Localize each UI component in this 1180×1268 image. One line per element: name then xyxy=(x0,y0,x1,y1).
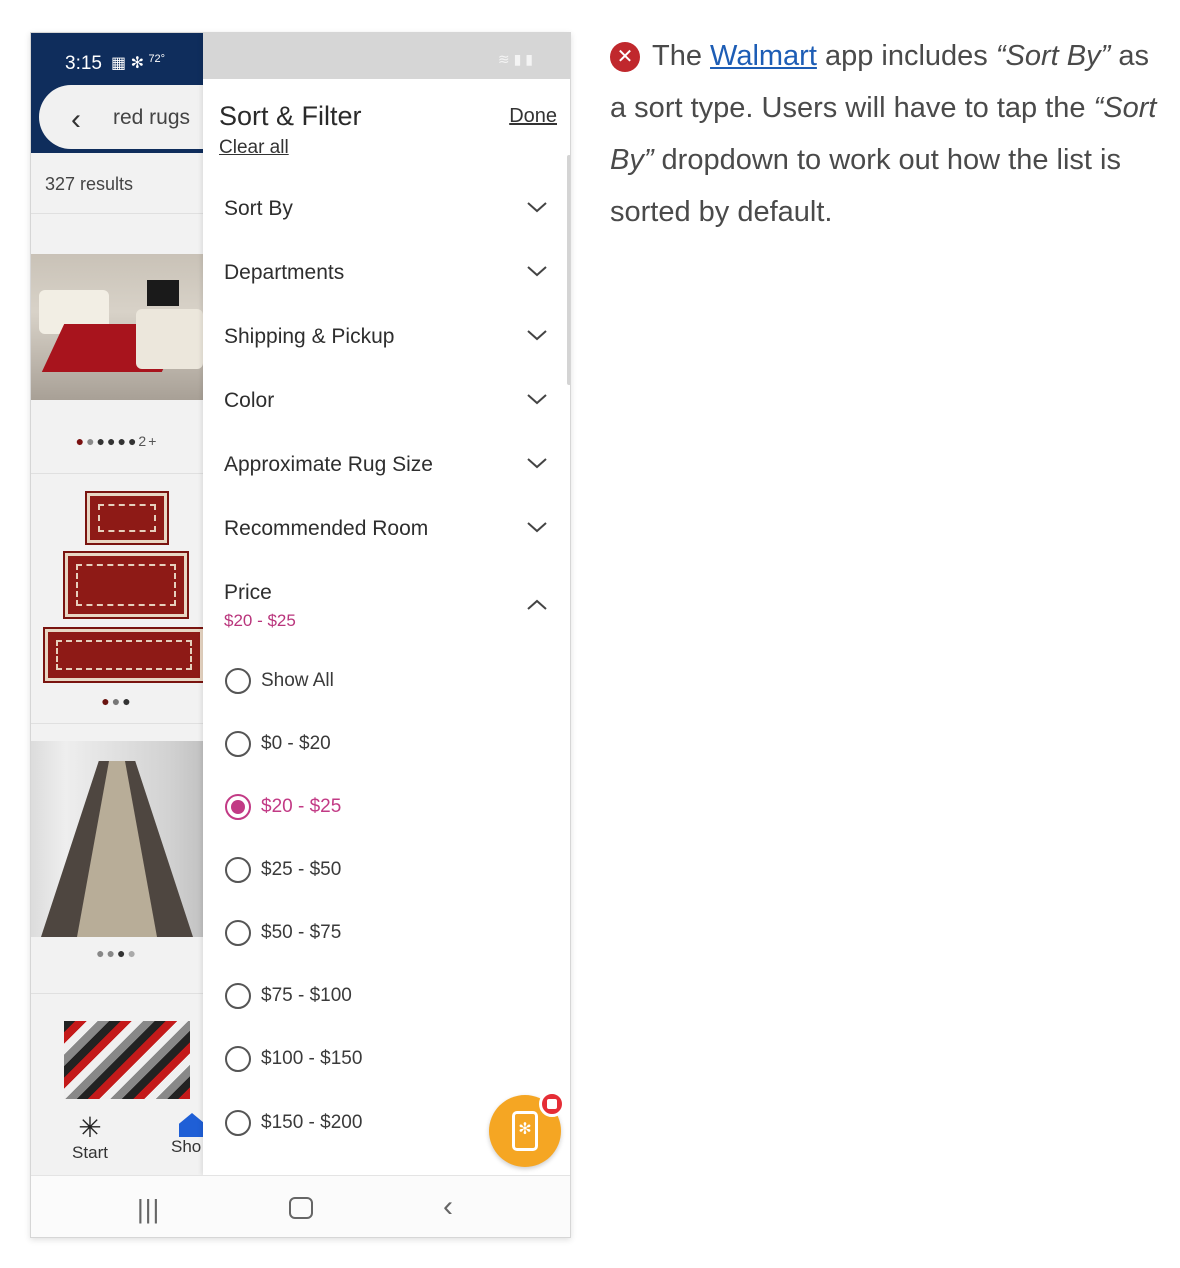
price-option-20-25[interactable]: $20 - $25 xyxy=(223,790,523,826)
clear-all-button[interactable]: Clear all xyxy=(219,137,289,159)
panel-title: Sort & Filter xyxy=(219,101,362,131)
status-time: 3:15 xyxy=(65,53,102,74)
option-label: $25 - $50 xyxy=(261,859,342,880)
option-label: $100 - $150 xyxy=(261,1048,363,1069)
signal-battery-icons: ≋▮▮ xyxy=(497,51,537,67)
calendar-icon: ▦ xyxy=(111,55,127,72)
option-label: $50 - $75 xyxy=(261,922,342,943)
nav-start-label: Start xyxy=(72,1143,108,1162)
tv-shape xyxy=(147,280,179,306)
section-label: Approximate Rug Size xyxy=(224,453,433,476)
search-query: red rugs xyxy=(113,106,191,129)
android-nav-bar: ||| ‹ xyxy=(31,1175,570,1237)
price-option-75-100[interactable]: $75 - $100 xyxy=(223,979,523,1015)
nav-shop[interactable]: Sho xyxy=(171,1113,203,1157)
chevron-down-icon xyxy=(525,451,549,475)
option-label: $0 - $20 xyxy=(261,733,331,754)
section-label: Color xyxy=(224,389,275,412)
home-icon xyxy=(179,1113,203,1137)
radio-button[interactable] xyxy=(225,668,251,694)
annotation-text: ✕ The Walmart app includes “Sort By” as a… xyxy=(610,30,1170,238)
error-x-icon: ✕ xyxy=(610,42,640,72)
chevron-down-icon xyxy=(525,515,549,539)
option-label: $150 - $200 xyxy=(261,1112,363,1133)
price-selected-value: $20 - $25 xyxy=(224,611,296,630)
section-label: Price xyxy=(224,581,272,604)
color-swatch-dots[interactable]: ●●●● xyxy=(31,945,203,961)
price-option-show-all[interactable]: Show All xyxy=(223,664,523,700)
product-image-living-room-rug[interactable] xyxy=(31,254,203,400)
walmart-link[interactable]: Walmart xyxy=(710,40,817,72)
chevron-down-icon xyxy=(525,387,549,411)
section-shipping-pickup[interactable]: Shipping & Pickup xyxy=(203,311,570,367)
status-icons: ▦ ✻ 72° xyxy=(111,53,165,73)
snowflake-icon: ✻ xyxy=(130,55,144,72)
rug-medium xyxy=(63,551,189,619)
nav-shop-label: Sho xyxy=(171,1137,202,1156)
nav-start[interactable]: ✳ Start xyxy=(65,1113,115,1163)
done-button[interactable]: Done xyxy=(509,105,557,128)
section-color[interactable]: Color xyxy=(203,375,570,431)
price-option-0-20[interactable]: $0 - $20 xyxy=(223,727,523,763)
search-results-background: 3:15 ▦ ✻ 72° ‹ red rugs 327 results ●●●●… xyxy=(31,33,203,1175)
color-swatch-dots[interactable]: ●●● xyxy=(31,693,203,709)
section-label: Recommended Room xyxy=(224,517,429,540)
radio-button[interactable] xyxy=(225,1046,251,1072)
option-label: Show All xyxy=(261,670,334,691)
product-image-chevron-rug[interactable] xyxy=(64,1021,190,1099)
product-image-hallway-runner[interactable] xyxy=(31,741,203,937)
back-arrow-icon[interactable]: ‹ xyxy=(71,103,81,137)
section-label: Sort By xyxy=(224,197,293,220)
chevron-down-icon xyxy=(525,323,549,347)
radio-button-selected[interactable] xyxy=(225,794,251,820)
section-recommended-room[interactable]: Recommended Room xyxy=(203,503,570,559)
walmart-spark-icon: ✳ xyxy=(78,1112,102,1143)
home-button-icon[interactable] xyxy=(289,1197,313,1219)
more-colors-badge: 2+ xyxy=(138,433,159,449)
section-approximate-rug-size[interactable]: Approximate Rug Size xyxy=(203,439,570,495)
note-text: app includes xyxy=(816,40,996,72)
panel-status-bar: ≋▮▮ xyxy=(203,33,570,79)
chevron-down-icon xyxy=(525,259,549,283)
divider xyxy=(31,723,203,724)
chevron-up-icon xyxy=(525,593,549,617)
price-option-50-75[interactable]: $50 - $75 xyxy=(223,916,523,952)
radio-button[interactable] xyxy=(225,731,251,757)
option-label: $20 - $25 xyxy=(261,796,342,817)
divider xyxy=(31,213,203,214)
status-temperature: 72° xyxy=(148,53,166,65)
back-icon[interactable]: ‹ xyxy=(443,1190,453,1224)
price-option-25-50[interactable]: $25 - $50 xyxy=(223,853,523,889)
sort-filter-panel: ≋▮▮ Sort & Filter Done Clear all Sort By… xyxy=(203,33,570,1175)
section-sort-by[interactable]: Sort By xyxy=(203,183,570,239)
radio-button[interactable] xyxy=(225,1110,251,1136)
phone-screenshot: 3:15 ▦ ✻ 72° ‹ red rugs 327 results ●●●●… xyxy=(30,32,571,1238)
radio-button[interactable] xyxy=(225,983,251,1009)
price-option-100-150[interactable]: $100 - $150 xyxy=(223,1042,523,1078)
divider xyxy=(31,473,203,474)
section-label: Departments xyxy=(224,261,345,284)
recents-icon[interactable]: ||| xyxy=(137,1194,160,1225)
option-label: $75 - $100 xyxy=(261,985,352,1006)
chevron-down-icon xyxy=(525,195,549,219)
section-departments[interactable]: Departments xyxy=(203,247,570,303)
radio-button[interactable] xyxy=(225,857,251,883)
section-label: Shipping & Pickup xyxy=(224,325,395,348)
price-option-150-200[interactable]: $150 - $200 xyxy=(223,1106,523,1142)
phone-spark-icon: ✻ xyxy=(512,1111,538,1151)
rug-small xyxy=(85,491,169,545)
results-count: 327 results xyxy=(45,174,134,194)
note-text: The xyxy=(652,40,711,72)
color-swatch-dots[interactable]: ●●●●●●2+ xyxy=(31,433,203,449)
stop-recording-icon[interactable] xyxy=(539,1091,565,1117)
note-emphasis: “Sort By” xyxy=(995,40,1111,72)
rug-runner xyxy=(43,627,203,683)
note-text: dropdown to work out how the list is sor… xyxy=(610,144,1121,228)
divider xyxy=(31,993,203,994)
sofa-shape xyxy=(136,309,203,369)
radio-button[interactable] xyxy=(225,920,251,946)
